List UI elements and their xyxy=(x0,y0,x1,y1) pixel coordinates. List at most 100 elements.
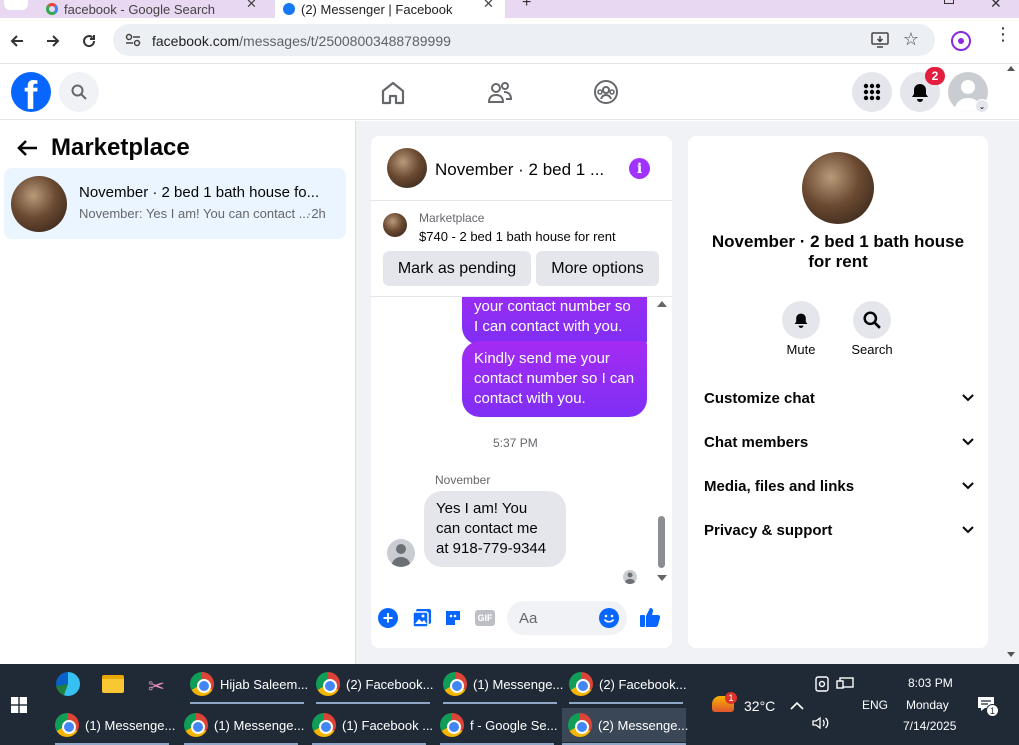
page-scroll-down-icon[interactable] xyxy=(1007,652,1015,657)
chat-header-title[interactable]: November · 2 bed 1 ... xyxy=(435,160,604,180)
taskbar-item[interactable]: (2) Facebook... xyxy=(569,667,686,704)
media-files-links-section[interactable]: Media, files and links xyxy=(704,474,974,498)
chrome-icon xyxy=(568,713,592,737)
chat-header-avatar[interactable] xyxy=(387,148,427,188)
back-icon[interactable] xyxy=(6,30,28,52)
taskbar-item-active[interactable]: (2) Messenge... xyxy=(562,708,688,745)
chat-members-section[interactable]: Chat members xyxy=(704,430,974,454)
profile-square[interactable] xyxy=(4,0,28,10)
message-text: Yes I am! You can contact me at 918-779-… xyxy=(436,500,547,557)
back-arrow-icon[interactable] xyxy=(16,139,38,162)
fb-search-button[interactable] xyxy=(59,72,99,112)
taskbar-item[interactable]: (2) Facebook... xyxy=(316,667,433,704)
snipping-tool-icon[interactable]: ✂ xyxy=(148,674,165,699)
taskbar-item[interactable]: f - Google Se... xyxy=(440,708,557,745)
forward-icon[interactable] xyxy=(42,30,64,52)
browser-menu-icon[interactable]: ⋮ xyxy=(994,25,1012,43)
taskbar-item[interactable]: (1) Messenge... xyxy=(55,708,175,745)
friends-icon[interactable] xyxy=(486,80,514,111)
install-app-icon[interactable] xyxy=(871,32,889,53)
section-label: Customize chat xyxy=(704,389,815,407)
thread-time: ·2h xyxy=(307,206,326,221)
close-window-icon[interactable]: ✕ xyxy=(990,0,1002,12)
clock-time[interactable]: 8:03 PM xyxy=(908,676,953,690)
taskbar-item[interactable]: (1) Messenge... xyxy=(443,667,563,704)
taskbar-underline xyxy=(443,702,557,704)
sent-message[interactable]: Kindly send me your contact number so I … xyxy=(462,341,647,417)
maximize-icon[interactable] xyxy=(944,0,954,4)
chrome-icon xyxy=(316,672,340,696)
thread-list-item[interactable]: November · 2 bed 1 bath house fo... Nove… xyxy=(4,168,346,239)
scroll-down-icon[interactable] xyxy=(657,575,667,581)
message-input[interactable]: Aa xyxy=(507,601,627,635)
marketplace-sidebar: Marketplace November · 2 bed 1 bath hous… xyxy=(0,121,356,664)
facebook-logo-icon[interactable]: f xyxy=(11,72,51,112)
message-list[interactable]: your contact number so I can contact wit… xyxy=(371,297,672,593)
info-icon[interactable]: i xyxy=(629,158,650,179)
edge-icon[interactable] xyxy=(56,672,80,696)
reload-icon[interactable] xyxy=(78,30,100,52)
new-tab-icon[interactable]: + xyxy=(522,0,531,12)
info-thumbnail[interactable] xyxy=(802,152,874,224)
mark-as-pending-button[interactable]: Mark as pending xyxy=(383,251,531,286)
taskbar-item-label: (1) Messenge... xyxy=(473,676,564,692)
groups-icon[interactable] xyxy=(593,79,619,110)
taskbar-item[interactable]: (1) Messenge... xyxy=(184,708,304,745)
url-host: facebook.com xyxy=(152,33,240,49)
scrollbar-thumb[interactable] xyxy=(658,516,665,568)
emoji-icon[interactable] xyxy=(599,608,619,628)
close-tab-icon[interactable]: ✕ xyxy=(246,0,257,12)
mute-button[interactable] xyxy=(782,301,820,339)
privacy-support-section[interactable]: Privacy & support xyxy=(704,518,974,542)
taskbar-item[interactable]: (1) Facebook ... xyxy=(312,708,433,745)
listing-source: Marketplace xyxy=(419,211,485,225)
listing-description[interactable]: $740 - 2 bed 1 bath house for rent xyxy=(419,229,616,244)
meet-icon[interactable] xyxy=(815,676,829,697)
home-icon[interactable] xyxy=(380,80,406,111)
facebook-icon xyxy=(283,3,295,15)
tab-label: facebook - Google Search xyxy=(64,1,216,17)
show-hidden-icons-icon[interactable] xyxy=(790,697,804,715)
clock-date: 7/14/2025 xyxy=(903,719,957,733)
windows-taskbar: ✂ Hijab Saleem... (2) Facebook... (1) Me… xyxy=(0,664,1019,745)
photo-icon[interactable] xyxy=(412,608,432,633)
language-indicator[interactable]: ENG xyxy=(862,698,888,712)
add-attachment-icon[interactable]: + xyxy=(378,608,398,628)
account-chevron-icon[interactable]: ⌄ xyxy=(975,99,989,113)
customize-chat-section[interactable]: Customize chat xyxy=(704,386,974,410)
bell-icon xyxy=(912,84,928,102)
sidebar-title: Marketplace xyxy=(51,134,190,161)
thread-title: November · 2 bed 1 bath house fo... xyxy=(79,184,320,201)
taskbar-underline xyxy=(569,702,683,704)
more-options-button[interactable]: More options xyxy=(536,251,659,286)
listing-thumbnail[interactable] xyxy=(383,213,407,237)
tab-messenger[interactable]: (2) Messenger | Facebook xyxy=(275,0,505,18)
sticker-icon[interactable] xyxy=(443,608,463,633)
network-icon[interactable] xyxy=(836,677,854,696)
search-conversation-button[interactable] xyxy=(853,301,891,339)
clock-day: Monday xyxy=(906,698,949,712)
scroll-up-icon[interactable] xyxy=(657,301,667,307)
taskbar-item[interactable]: Hijab Saleem... xyxy=(190,667,308,704)
received-message[interactable]: Yes I am! You can contact me at 918-779-… xyxy=(424,491,566,567)
volume-icon[interactable] xyxy=(812,716,830,735)
site-settings-icon[interactable] xyxy=(125,33,141,52)
sent-message[interactable]: your contact number so I can contact wit… xyxy=(462,297,647,345)
chrome-icon xyxy=(569,672,593,696)
like-icon[interactable] xyxy=(639,606,661,633)
windows-start-icon[interactable] xyxy=(11,697,27,718)
temperature[interactable]: 32°C xyxy=(744,698,775,714)
close-tab-icon[interactable]: ✕ xyxy=(483,0,494,12)
page-scroll-up-icon[interactable] xyxy=(1007,66,1015,71)
profile-icon[interactable] xyxy=(951,31,971,51)
facebook-top-bar: f 2 ⌄ xyxy=(0,64,1019,120)
url-path: /messages/t/25008003488789999 xyxy=(239,33,451,49)
bookmark-star-icon[interactable]: ☆ xyxy=(903,29,919,50)
taskbar-underline xyxy=(316,702,430,704)
menu-button[interactable] xyxy=(852,72,892,112)
address-bar[interactable]: facebook.com/messages/t/2500800348878999… xyxy=(113,24,935,56)
gif-icon[interactable]: GIF xyxy=(475,610,495,626)
tab-google-search[interactable]: facebook - Google Search xyxy=(40,0,270,18)
file-explorer-icon[interactable] xyxy=(102,675,124,693)
weather-badge: 1 xyxy=(725,692,737,704)
